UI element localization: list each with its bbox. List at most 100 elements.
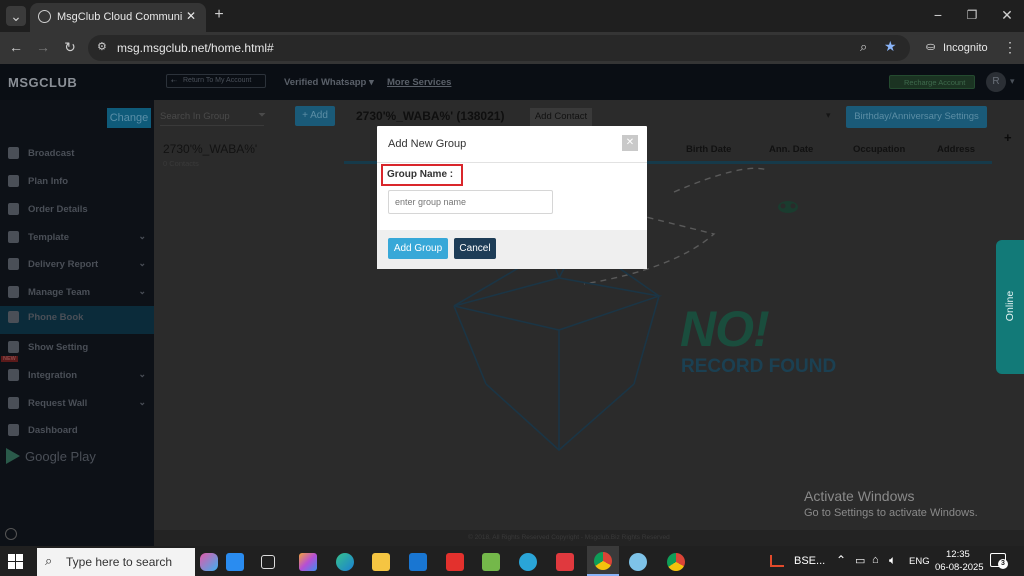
no-record-subtitle: RECORD FOUND [681, 356, 837, 377]
wps-icon[interactable] [446, 553, 464, 571]
address-bar[interactable]: ⚙ msg.msgclub.net/home.html# ⌕ ★ [88, 35, 910, 61]
outlook-icon[interactable] [409, 553, 427, 571]
sidebar-item-label: Manage Team [28, 287, 91, 298]
return-account-button[interactable]: ⇠ Return To My Account [166, 74, 266, 88]
sidebar-item-delivery-report[interactable]: Delivery Report ⌄ [0, 253, 154, 277]
google-play-label: Google Play [25, 449, 96, 464]
file-explorer-icon[interactable] [372, 553, 390, 571]
sidebar-item-icon [8, 369, 19, 381]
verified-whatsapp-label: Verified Whatsapp [284, 77, 367, 88]
sidebar-item-label: Phone Book [28, 312, 84, 323]
close-icon: ✕ [625, 137, 635, 148]
sidebar-item-broadcast[interactable]: Broadcast [0, 142, 154, 166]
sidebar-item-request-wall[interactable]: Request Wall ⌄ [0, 392, 154, 416]
site-info-icon[interactable]: ⚙ [97, 40, 107, 53]
no-record-title: NO! [680, 301, 770, 357]
taskbar-search[interactable]: ⌕ Type here to search [37, 548, 195, 576]
sidebar-item-icon [8, 231, 19, 243]
chrome-profile-icon[interactable] [667, 553, 685, 571]
taskbar-search-placeholder: Type here to search [66, 555, 173, 569]
back-icon[interactable]: ← [6, 37, 26, 57]
incognito-indicator[interactable]: ⛀ Incognito [918, 36, 994, 60]
stock-ticker[interactable]: BSE... [794, 555, 825, 567]
edge-icon[interactable] [336, 553, 354, 571]
clock-date[interactable]: 06-08-2025 [935, 562, 984, 573]
sidebar-item-plan-info[interactable]: Plan Info [0, 170, 154, 194]
sidebar-item-icon [8, 258, 19, 270]
url-text: msg.msgclub.net/home.html# [117, 41, 274, 55]
avatar-chevron-icon[interactable]: ▾ [1010, 76, 1015, 87]
sidebar-collapse-icon[interactable] [5, 528, 17, 540]
windows-taskbar: ⌕ Type here to search BSE... ⌃ ▭ ⌂ 🔈︎ EN… [0, 546, 1024, 576]
start-button[interactable] [8, 554, 24, 570]
google-play-badge[interactable]: Google Play [6, 446, 106, 468]
close-window-icon[interactable]: ✕ [997, 5, 1017, 25]
tray-device-icon[interactable]: ▭ [855, 554, 865, 567]
reload-icon[interactable]: ↻ [60, 37, 80, 57]
new-badge: NEW [1, 356, 18, 362]
tab-title: MsgClub Cloud Communication [57, 11, 182, 23]
change-label: Change [109, 112, 149, 124]
bookmark-star-icon[interactable]: ★ [884, 38, 897, 55]
sidebar-item-order-details[interactable]: Order Details [0, 198, 154, 222]
sidebar-item-label: Broadcast [28, 148, 75, 159]
sidebar-item-icon [8, 311, 19, 323]
sidebar-item-phone-book[interactable]: Phone Book [0, 306, 154, 334]
incognito-label: Incognito [943, 42, 988, 54]
sync-app-icon[interactable] [519, 553, 537, 571]
online-chat-tab[interactable]: Online [996, 240, 1024, 374]
browser-menu-icon[interactable]: ⋮ [1000, 37, 1020, 57]
cancel-button[interactable]: Cancel [454, 238, 496, 259]
forward-icon[interactable]: → [33, 37, 53, 57]
sidebar-item-show-setting[interactable]: Show Setting [0, 336, 154, 360]
notifications-button[interactable]: 3 [990, 553, 1008, 569]
recharge-button[interactable]: Recharge Account [889, 75, 975, 89]
modal-footer: Add Group Cancel [377, 230, 647, 269]
language-indicator[interactable]: ENG [909, 556, 930, 567]
group-name-input[interactable] [388, 190, 553, 214]
modal-title: Add New Group [388, 138, 467, 150]
stock-chart-icon[interactable] [770, 555, 784, 567]
sidebar-item-icon [8, 203, 19, 215]
sidebar-item-label: Plan Info [28, 176, 69, 187]
network-icon[interactable]: ⌂ [872, 554, 879, 566]
incognito-icon: ⛀ [926, 41, 936, 53]
change-button[interactable]: Change [107, 108, 151, 128]
chevron-down-icon: ⌄ [138, 231, 146, 241]
browser-toolbar: ← → ↻ ⚙ msg.msgclub.net/home.html# ⌕ ★ ⛀… [0, 32, 1024, 64]
search-icon: ⌕ [45, 553, 53, 568]
user-avatar[interactable]: R [986, 72, 1006, 92]
pen-icon[interactable] [226, 553, 244, 571]
brand-logo: MSGCLUB [8, 75, 78, 90]
restore-icon[interactable]: ❐ [962, 5, 982, 25]
tab-list-icon[interactable]: ⌄ [6, 6, 26, 26]
minimize-icon[interactable]: − [928, 5, 948, 25]
zoom-icon[interactable]: ⌕ [860, 39, 867, 55]
return-icon: ⇠ [171, 78, 177, 85]
copilot-app-icon[interactable] [299, 553, 317, 571]
add-group-submit-button[interactable]: Add Group [388, 238, 448, 259]
paint-icon[interactable] [629, 553, 647, 571]
tab-close-icon[interactable]: ✕ [186, 9, 196, 23]
chrome-taskbar-button[interactable] [587, 546, 619, 576]
browser-tab[interactable]: MsgClub Cloud Communication ✕ [30, 3, 206, 32]
google-play-icon [6, 448, 20, 464]
footer-text: © 2018, All Rights Reserved Copyright - … [468, 534, 670, 541]
verified-whatsapp-menu[interactable]: Verified Whatsapp ▾ [284, 77, 374, 88]
sidebar-item-template[interactable]: Template ⌄ [0, 226, 154, 250]
sidebar-item-manage-team[interactable]: Manage Team ⌄ [0, 281, 154, 305]
modal-close-button[interactable]: ✕ [622, 135, 638, 151]
sidebar-item-dashboard[interactable]: Dashboard [0, 419, 154, 443]
notepad-icon[interactable] [482, 553, 500, 571]
tray-chevron-icon[interactable]: ⌃ [836, 553, 846, 567]
copilot-icon[interactable] [200, 553, 218, 571]
more-services-link[interactable]: More Services [387, 77, 451, 88]
chrome-icon [594, 552, 612, 570]
new-tab-icon[interactable]: + [209, 5, 229, 25]
sidebar-item-icon [8, 286, 19, 298]
clock-time[interactable]: 12:35 [946, 549, 970, 560]
anydesk-icon[interactable] [556, 553, 574, 571]
volume-icon[interactable]: 🔈︎ [889, 553, 896, 568]
task-view-icon[interactable] [261, 555, 275, 569]
sidebar-item-integration[interactable]: Integration ⌄ NEW [0, 356, 154, 388]
